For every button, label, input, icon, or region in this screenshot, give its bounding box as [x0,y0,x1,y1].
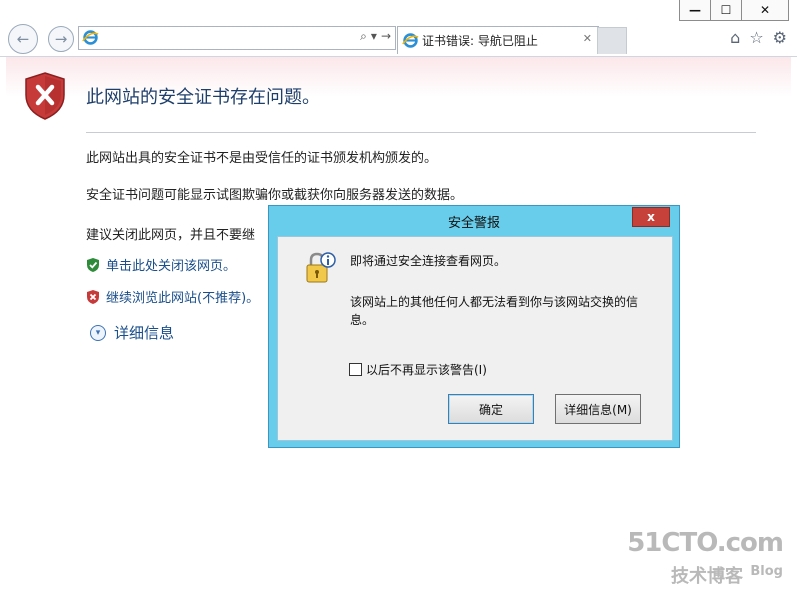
lock-info-icon [306,252,336,283]
green-shield-icon [87,257,99,272]
watermark-subtitle: 技术博客 [671,566,743,587]
dialog-close-button[interactable]: x [632,207,670,227]
close-window-button[interactable]: ✕ [741,0,789,21]
watermark-blog: Blog [750,564,783,579]
red-shield-icon [87,289,99,304]
dialog-message-secondary: 该网站上的其他任何人都无法看到你与该网站交换的信息。 [350,295,639,327]
ok-button[interactable]: 确定 [448,394,534,424]
address-input[interactable] [103,29,337,47]
checkbox-box[interactable] [349,363,362,376]
divider [86,132,756,133]
page-title: 此网站的安全证书存在问题。 [86,87,320,108]
dialog-message-primary: 即将通过安全连接查看网页。 [350,254,507,268]
forward-arrow-icon: → [54,30,68,48]
address-bar[interactable]: ⌕ ▾ → [78,26,396,50]
paragraph-risk: 安全证书问题可能显示试图欺骗你或截获你向服务器发送的数据。 [86,188,464,203]
browser-chrome: — ☐ ✕ ← → ⌕ ▾ → 证书错误: 导航已阻止 ✕ ⌂ ☆ ⚙ [0,0,797,57]
gear-icon[interactable]: ⚙ [773,28,787,47]
search-icon[interactable]: ⌕ [360,29,367,44]
new-tab-button[interactable] [597,27,627,54]
tab-title: 证书错误: 导航已阻止 [422,34,538,48]
address-tools: ⌕ ▾ → [360,29,391,44]
dont-show-again-checkbox[interactable]: 以后不再显示该警告(I) [349,361,487,378]
minimize-button[interactable]: — [679,0,711,21]
more-info-label[interactable]: 详细信息 [114,322,174,343]
favorites-star-icon[interactable]: ☆ [749,28,763,47]
tab-certificate-error[interactable]: 证书错误: 导航已阻止 ✕ [397,26,599,54]
watermark: 51CTO.com 技术博客 Blog [627,528,784,588]
tab-ie-icon [402,32,419,49]
forward-button[interactable]: → [48,26,74,52]
more-info-toggle[interactable]: ▾ 详细信息 [90,322,174,343]
ie-logo-icon [82,29,99,46]
dialog-body: 即将通过安全连接查看网页。 该网站上的其他任何人都无法看到你与该网站交换的信息。… [277,236,673,441]
maximize-button[interactable]: ☐ [710,0,742,21]
home-icon[interactable]: ⌂ [730,28,740,47]
back-button[interactable]: ← [8,24,38,54]
watermark-site: 51CTO.com [627,528,784,558]
continue-link[interactable]: 继续浏览此网站(不推荐)。 [86,287,259,306]
chevron-down-icon: ▾ [90,324,106,341]
close-page-link[interactable]: 单击此处关闭该网页。 [86,255,236,274]
paragraph-recommendation: 建议关闭此网页，并且不要继 [86,228,256,243]
go-icon[interactable]: → [381,29,391,44]
window-controls: — ☐ ✕ [679,0,789,21]
back-arrow-icon: ← [16,30,30,48]
error-shield-icon [25,72,65,120]
paragraph-untrusted-issuer: 此网站出具的安全证书不是由受信任的证书颁发机构颁发的。 [86,151,438,166]
close-page-link-text[interactable]: 单击此处关闭该网页。 [106,255,236,274]
browser-toolbar-icons: ⌂ ☆ ⚙ [730,28,787,47]
tab-close-icon[interactable]: ✕ [583,32,592,45]
continue-link-text[interactable]: 继续浏览此网站(不推荐)。 [106,287,259,306]
dialog-title: 安全警报 [447,216,500,231]
checkbox-label[interactable]: 以后不再显示该警告(I) [366,361,487,378]
more-info-button[interactable]: 详细信息(M) [555,394,641,424]
address-dropdown-icon[interactable]: ▾ [371,29,377,44]
security-alert-dialog: 安全警报 x 即将通过安全连接查看网页。 该网站上的其他任何人都无法看到你与该网… [268,205,680,448]
